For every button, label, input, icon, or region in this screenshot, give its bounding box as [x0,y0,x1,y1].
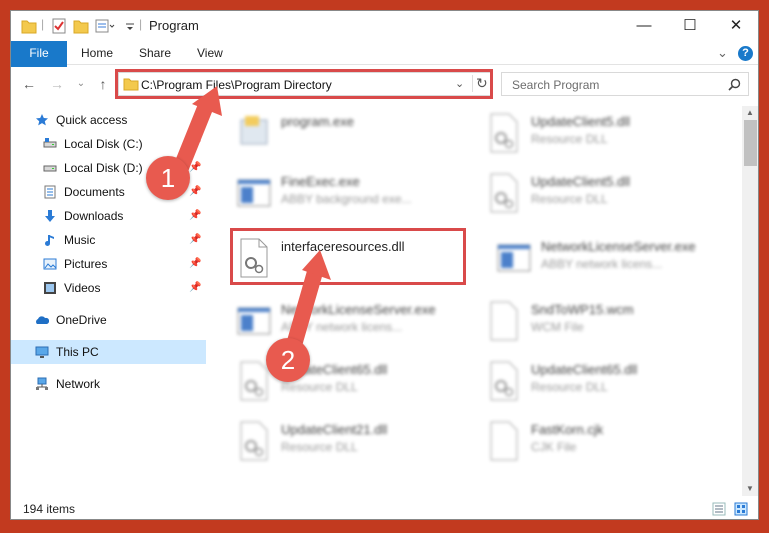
item-count: 194 items [23,502,76,516]
file-item[interactable]: NetworkLicenseServer.exe ABBY network li… [229,294,469,354]
drive-icon [43,138,57,148]
tab-view[interactable]: View [183,41,237,65]
tab-share[interactable]: Share [125,41,185,65]
search-icon[interactable] [728,78,741,91]
step-2-badge: 2 [266,338,310,382]
window-icon [497,244,531,272]
window-icon [237,179,271,207]
dropdown-icon[interactable] [125,17,135,35]
file-item[interactable]: UpdateClient5.dll Resource DLL [479,106,719,166]
star-icon [36,114,48,126]
pin-icon[interactable]: 📌 [189,204,201,228]
dll-icon [490,113,518,153]
forward-arrow-icon[interactable]: → [47,75,67,93]
up-arrow-icon[interactable]: ↑ [93,75,113,93]
search-box[interactable]: Search Program [501,72,749,96]
status-bar: 194 items [11,498,758,519]
dll-icon [490,361,518,401]
nav-videos[interactable]: Videos 📌 [11,276,206,300]
nav-downloads[interactable]: Downloads 📌 [11,204,206,228]
scroll-up-icon[interactable]: ▲ [746,108,754,117]
close-button[interactable]: ✕ [713,11,758,41]
separator: | [41,17,45,31]
pin-icon[interactable]: 📌 [189,180,201,204]
large-icons-view-icon[interactable] [734,502,748,516]
window-title: Program [149,18,199,33]
file-item[interactable]: program.exe [229,106,469,166]
customize-icon[interactable] [95,17,115,35]
pin-icon[interactable]: 📌 [189,252,201,276]
drive-icon [43,165,57,172]
file-item[interactable]: UpdateClient65.dll Resource DLL [229,354,469,414]
nav-this-pc[interactable]: This PC [11,340,206,364]
dll-icon [240,361,268,401]
documents-icon [44,185,56,199]
recent-locations-icon[interactable]: ⌄ [71,75,91,93]
nav-local-disk-c[interactable]: Local Disk (C:) 📌 [11,132,206,156]
file-item[interactable]: FastKorn.cjk CJK File [479,414,719,474]
scroll-down-icon[interactable]: ▼ [746,484,754,493]
blank-file-icon [490,421,518,461]
properties-icon[interactable] [51,17,67,35]
tab-home[interactable]: Home [67,41,127,65]
new-folder-icon[interactable] [73,17,89,35]
help-icon[interactable]: ? [738,46,753,61]
blank-file-icon [490,301,518,341]
dll-icon [490,173,518,213]
address-highlight [115,69,493,99]
details-view-icon[interactable] [712,502,726,516]
nav-network[interactable]: Network [11,372,206,396]
cloud-icon [36,316,49,324]
nav-onedrive[interactable]: OneDrive [11,308,206,332]
nav-music[interactable]: Music 📌 [11,228,206,252]
file-item[interactable]: UpdateClient21.dll Resource DLL [229,414,469,474]
search-placeholder: Search Program [512,78,600,92]
file-item[interactable]: UpdateClient5.dll Resource DLL [479,166,719,226]
maximize-button[interactable]: ☐ [667,11,713,41]
ribbon-tabs: File Home Share View ⌄ ? [11,41,758,101]
nav-quick-access[interactable]: Quick access [11,108,206,132]
exe-icon [240,116,268,145]
downloads-icon [45,210,55,222]
music-icon [45,235,54,246]
window-icon [237,307,271,335]
step-1-badge: 1 [146,156,190,200]
network-icon [36,377,48,390]
scrollbar-thumb[interactable] [744,120,757,166]
computer-icon [35,346,49,358]
pin-icon[interactable]: 📌 [189,156,201,180]
file-item[interactable]: SndToWP15.wcm WCM File [479,294,719,354]
file-item[interactable]: FineExec.exe ABBY background exe... [229,166,469,226]
back-arrow-icon[interactable]: ← [19,75,39,93]
dll-icon [240,421,268,461]
expand-ribbon-icon[interactable]: ⌄ [717,45,728,61]
explorer-window: | | Program — ☐ ✕ File Home Share View ⌄… [10,10,759,520]
vertical-scrollbar[interactable]: ▲ ▼ [742,106,758,496]
nav-pictures[interactable]: Pictures 📌 [11,252,206,276]
title-bar: | | Program — ☐ ✕ [11,11,758,41]
pin-icon[interactable]: 📌 [189,228,201,252]
videos-icon [44,282,56,294]
pin-icon[interactable]: 📌 [189,276,201,300]
separator: | [139,17,143,31]
file-item[interactable]: UpdateClient65.dll Resource DLL [479,354,719,414]
file-highlight [230,228,466,285]
minimize-button[interactable]: — [621,11,667,41]
folder-icon[interactable] [21,17,37,35]
pin-icon[interactable]: 📌 [189,132,201,156]
file-item[interactable]: NetworkLicenseServer.exe ABBY network li… [489,231,729,291]
pictures-icon [43,258,57,270]
file-list: program.exe UpdateClient5.dll Resource D… [207,106,741,496]
